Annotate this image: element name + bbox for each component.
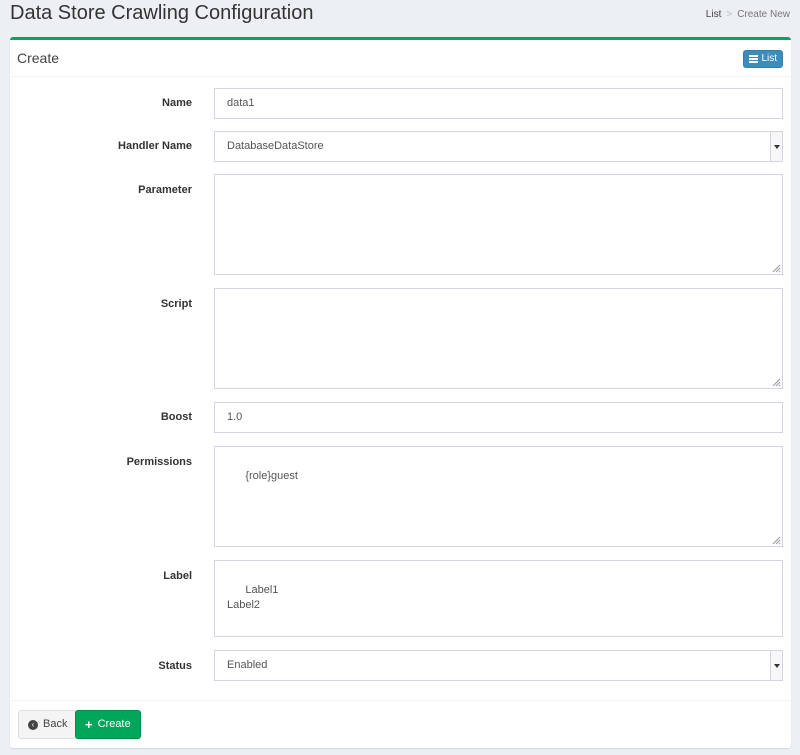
handler-name-value: DatabaseDataStore xyxy=(227,140,324,152)
back-button-label: Back xyxy=(43,718,68,730)
permissions-label: Permissions xyxy=(126,456,192,468)
box-footer: ‹ Back + Create xyxy=(10,700,791,748)
breadcrumb-current: Create New xyxy=(737,9,790,20)
back-circle-icon: ‹ xyxy=(28,719,38,730)
create-button-label: Create xyxy=(97,718,131,730)
page-header: Data Store Crawling Configuration List > C… xyxy=(0,0,800,34)
status-label: Status xyxy=(158,660,192,672)
permissions-value: {role}guest xyxy=(245,470,298,482)
breadcrumb-list-link[interactable]: List xyxy=(706,9,722,20)
script-label: Script xyxy=(160,298,192,310)
plus-icon: + xyxy=(85,717,93,732)
resize-handle-icon[interactable] xyxy=(772,536,781,545)
breadcrumb: List > Create New xyxy=(706,9,790,20)
permissions-textarea[interactable]: {role}guest xyxy=(214,446,783,547)
resize-handle-icon[interactable] xyxy=(772,378,781,387)
box-header: Create List xyxy=(10,40,791,77)
create-button[interactable]: + Create xyxy=(75,710,141,739)
list-button[interactable]: List xyxy=(743,50,783,68)
script-textarea[interactable] xyxy=(214,288,783,389)
parameter-textarea[interactable] xyxy=(214,174,783,275)
boost-input[interactable]: 1.0 xyxy=(214,402,783,433)
name-input[interactable]: data1 xyxy=(214,88,783,119)
status-value: Enabled xyxy=(227,659,268,671)
label-select-list[interactable]: Label1 Label2 xyxy=(214,560,783,637)
parameter-label: Parameter xyxy=(138,184,192,196)
resize-handle-icon[interactable] xyxy=(772,264,781,273)
handler-name-select[interactable]: DatabaseDataStore xyxy=(214,131,783,162)
list-icon xyxy=(749,55,759,63)
box-title: Create xyxy=(17,50,60,66)
boost-label: Boost xyxy=(160,411,192,423)
label-label: Label xyxy=(163,570,192,582)
status-select[interactable]: Enabled xyxy=(214,650,783,681)
breadcrumb-separator: > xyxy=(726,9,733,20)
select-arrow-icon xyxy=(770,132,782,161)
list-button-label: List xyxy=(761,53,777,64)
name-label: Name xyxy=(162,97,192,109)
label-options[interactable]: Label1 Label2 xyxy=(227,584,278,611)
create-form-box: Create List Name data1 Handler Name Data… xyxy=(10,37,791,748)
select-arrow-icon xyxy=(770,651,782,680)
handler-name-label: Handler Name xyxy=(118,140,192,152)
back-button[interactable]: ‹ Back xyxy=(18,710,78,739)
page-title: Data Store Crawling Configuration xyxy=(10,2,314,24)
